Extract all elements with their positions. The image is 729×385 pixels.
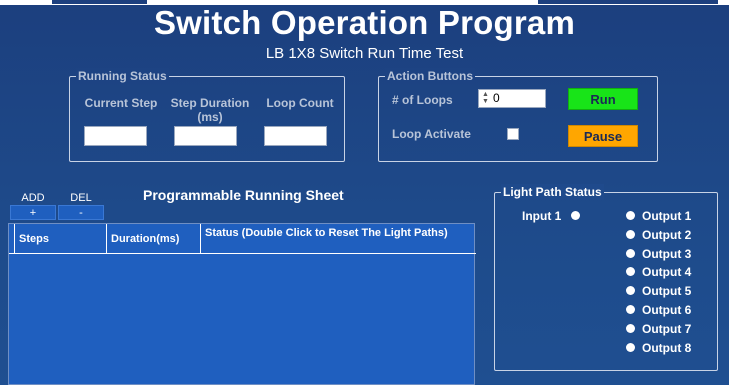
add-step-button[interactable]: +: [10, 205, 56, 220]
column-header-duration[interactable]: Duration(ms): [107, 224, 201, 254]
column-header-label: Status (Double Click to Reset The Light …: [205, 227, 448, 239]
light-path-status-legend: Light Path Status: [501, 184, 604, 200]
delete-step-button[interactable]: -: [58, 205, 104, 220]
output-8-indicator-icon: [626, 343, 635, 352]
current-step-field: [84, 126, 147, 146]
column-header-label: Steps: [19, 233, 49, 245]
output-2-label: Output 2: [642, 228, 692, 242]
output-4-indicator-icon: [626, 267, 635, 276]
output-1-indicator-icon: [626, 211, 635, 220]
current-step-label: Current Step: [84, 96, 158, 110]
output-2-indicator-icon: [626, 230, 635, 239]
loops-value: 0: [493, 91, 500, 105]
output-7-indicator-icon: [626, 324, 635, 333]
del-label: DEL: [70, 192, 92, 204]
sheet-title: Programmable Running Sheet: [143, 187, 344, 203]
output-3-indicator-icon: [626, 249, 635, 258]
run-button[interactable]: Run: [568, 88, 638, 110]
running-status-legend: Running Status: [76, 68, 169, 84]
input-1-indicator-icon: [571, 211, 580, 220]
step-duration-field: [174, 126, 237, 146]
input-1-label: Input 1: [522, 209, 562, 223]
column-header-label: Duration(ms): [111, 233, 180, 245]
output-4-label: Output 4: [642, 265, 692, 279]
loop-count-label: Loop Count: [266, 96, 334, 110]
add-label: ADD: [21, 192, 45, 204]
loop-activate-label: Loop Activate: [392, 127, 471, 141]
output-6-indicator-icon: [626, 305, 635, 314]
up-down-spinner-icon[interactable]: ▲ ▼: [481, 91, 490, 106]
loops-label: # of Loops: [392, 93, 453, 107]
loops-stepper[interactable]: ▲ ▼ 0: [478, 89, 546, 108]
pause-button[interactable]: Pause: [568, 125, 638, 147]
output-3-label: Output 3: [642, 247, 692, 261]
page-subtitle: LB 1X8 Switch Run Time Test: [265, 45, 464, 62]
action-buttons-legend: Action Buttons: [385, 68, 475, 84]
column-header-steps[interactable]: Steps: [15, 224, 107, 254]
output-1-label: Output 1: [642, 209, 692, 223]
output-7-label: Output 7: [642, 322, 692, 336]
output-6-label: Output 6: [642, 303, 692, 317]
running-sheet-grid[interactable]: Steps Duration(ms) Status (Double Click …: [8, 223, 476, 385]
loop-activate-checkbox[interactable]: [507, 128, 519, 140]
output-5-indicator-icon: [626, 286, 635, 295]
output-5-label: Output 5: [642, 284, 692, 298]
output-8-label: Output 8: [642, 341, 692, 355]
column-header-status[interactable]: Status (Double Click to Reset The Light …: [201, 224, 476, 254]
step-duration-label: Step Duration (ms): [170, 96, 250, 124]
loop-count-field: [264, 126, 327, 146]
page-title: Switch Operation Program: [153, 4, 576, 41]
